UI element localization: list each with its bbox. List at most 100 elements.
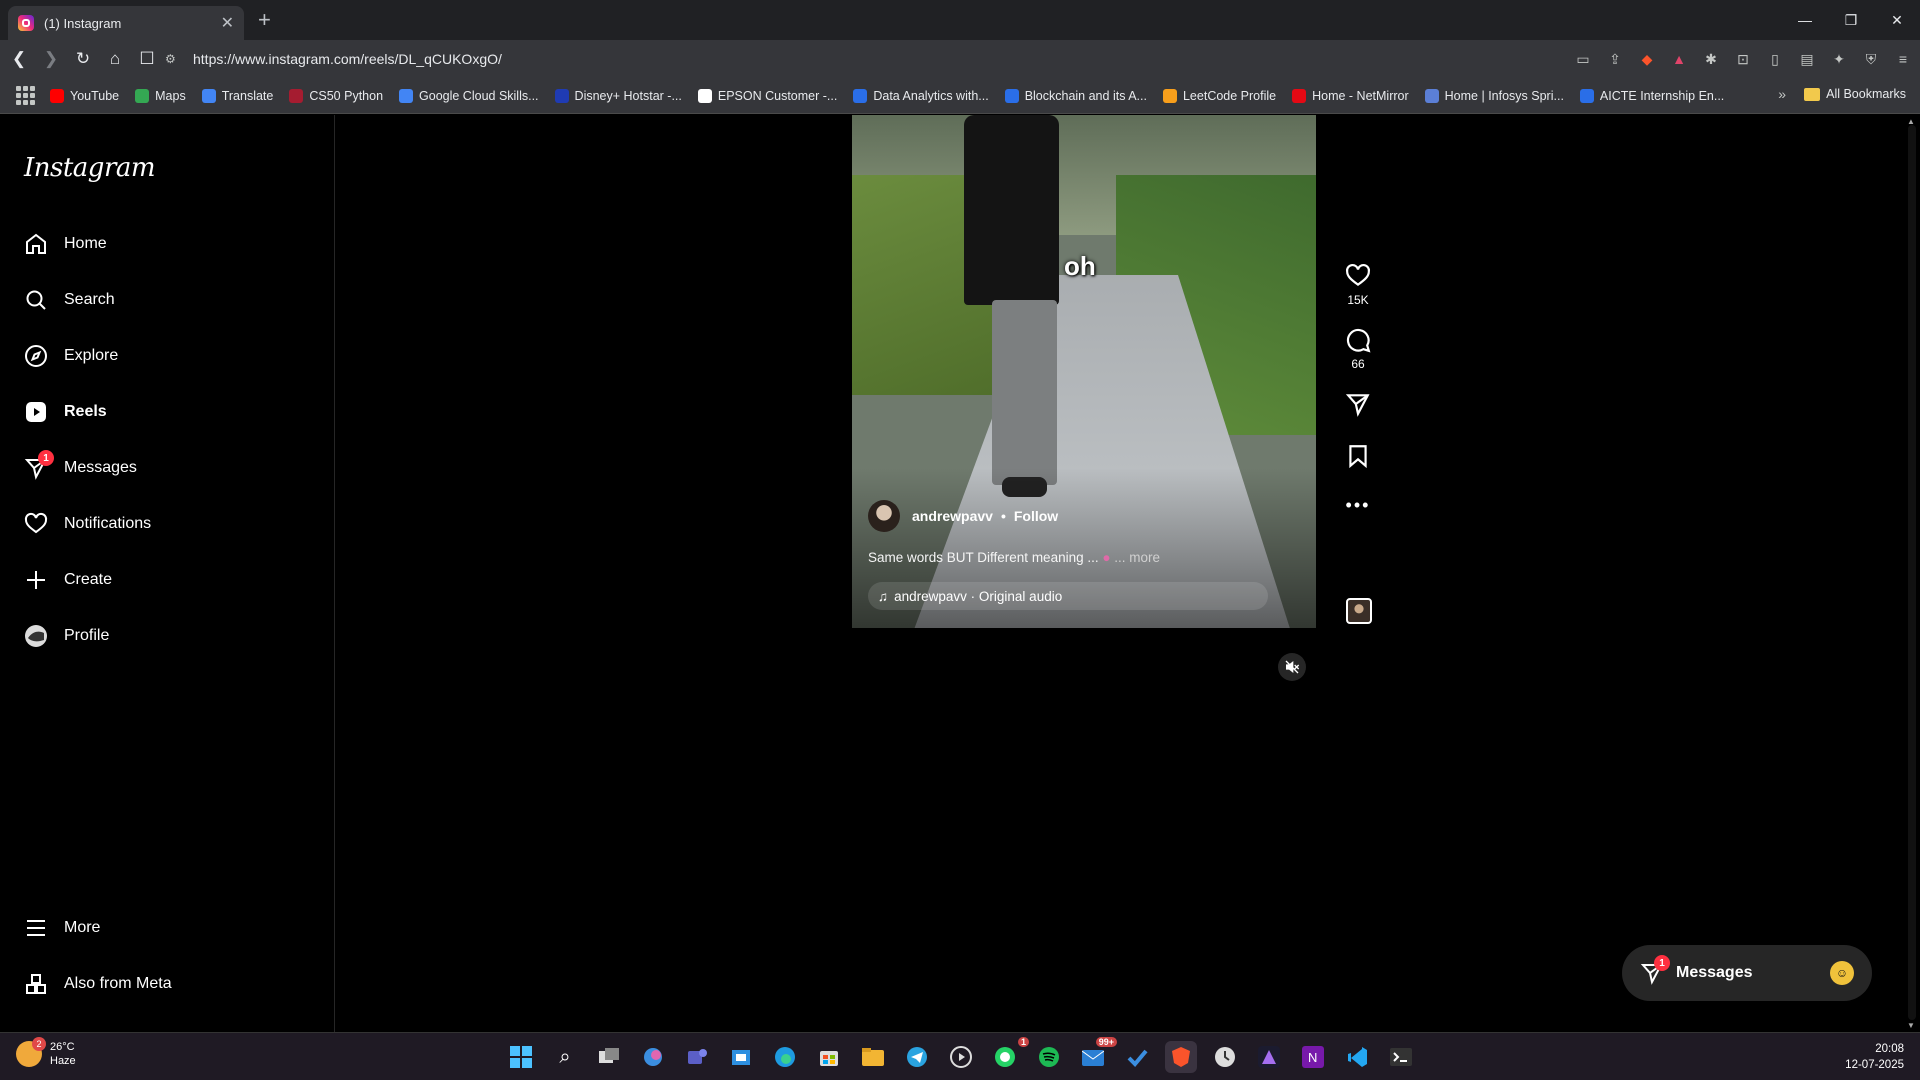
bookmark-favicon-icon <box>554 88 569 103</box>
scroll-down-icon[interactable]: ▼ <box>1907 1021 1915 1030</box>
bookmark-item[interactable]: EPSON Customer -... <box>697 88 837 103</box>
bookmark-item[interactable]: Home | Infosys Spri... <box>1424 88 1564 103</box>
search-icon[interactable]: ⌕ <box>549 1041 581 1073</box>
all-bookmarks-button[interactable]: All Bookmarks <box>1804 87 1906 101</box>
instagram-logo[interactable]: Instagram <box>24 153 156 183</box>
telegram-icon[interactable] <box>901 1041 933 1073</box>
bookmark-item[interactable]: Blockchain and its A... <box>1004 88 1147 103</box>
nav-also-from-meta[interactable]: Also from Meta <box>24 964 172 1004</box>
reload-icon[interactable]: ↻ <box>70 49 96 69</box>
bookmark-item[interactable]: LeetCode Profile <box>1162 88 1276 103</box>
nav-reels[interactable]: Reels <box>24 392 107 432</box>
audio-thumbnail[interactable] <box>1346 598 1372 624</box>
todo-icon[interactable] <box>1121 1041 1153 1073</box>
bookmark-item[interactable]: Maps <box>135 88 186 103</box>
restore-icon[interactable]: ❐ <box>1828 0 1874 40</box>
next-reel-video[interactable] <box>852 645 1316 1032</box>
brave-browser-icon[interactable] <box>1165 1041 1197 1073</box>
follow-button[interactable]: Follow <box>1014 508 1058 524</box>
copilot-icon[interactable] <box>637 1041 669 1073</box>
bookmark-item[interactable]: CS50 Python <box>289 88 384 103</box>
share-icon[interactable]: ⇪ <box>1606 50 1624 68</box>
store-like-icon[interactable] <box>725 1041 757 1073</box>
bookmark-favicon-icon <box>1004 88 1019 103</box>
nav-home[interactable]: Home <box>24 224 107 264</box>
bookmark-item[interactable]: Data Analytics with... <box>853 88 989 103</box>
edge-icon[interactable] <box>769 1041 801 1073</box>
vpn-icon[interactable]: ⛨ <box>1862 50 1880 68</box>
caption-more-link[interactable]: ... more <box>1114 550 1160 565</box>
teams-icon[interactable] <box>681 1041 713 1073</box>
bookmark-item[interactable]: Translate <box>201 88 273 103</box>
tab-close-icon[interactable]: ✕ <box>221 13 234 33</box>
nav-search[interactable]: Search <box>24 280 115 320</box>
cast-icon[interactable]: ▭ <box>1574 50 1592 68</box>
mute-toggle-button[interactable] <box>1278 653 1306 681</box>
brave-shield-icon[interactable]: ◆ <box>1638 50 1656 68</box>
bookmark-item[interactable]: Google Cloud Skills... <box>399 88 539 103</box>
media-player-icon[interactable] <box>945 1041 977 1073</box>
terminal-icon[interactable] <box>1385 1041 1417 1073</box>
home-icon[interactable]: ⌂ <box>102 49 128 69</box>
close-window-icon[interactable]: ✕ <box>1874 0 1920 40</box>
task-view-icon[interactable] <box>593 1041 625 1073</box>
bookmark-favicon-icon <box>1424 88 1439 103</box>
bookmark-item[interactable]: AICTE Internship En... <box>1579 88 1724 103</box>
bookmark-item[interactable]: Disney+ Hotstar -... <box>554 88 682 103</box>
clock-app-icon[interactable] <box>1209 1041 1241 1073</box>
apps-grid-icon[interactable] <box>14 85 36 107</box>
forward-icon[interactable]: ❯ <box>38 49 64 69</box>
new-tab-button[interactable]: + <box>258 7 271 33</box>
nav-notifications[interactable]: Notifications <box>24 504 151 544</box>
nav-create[interactable]: Create <box>24 560 112 600</box>
site-info-icon[interactable]: ⚙ <box>165 52 183 66</box>
comment-count: 66 <box>1351 357 1365 371</box>
screenshot-icon[interactable]: ⊡ <box>1734 50 1752 68</box>
page-scrollbar[interactable]: ▲ ▼ <box>1904 115 1920 1032</box>
save-action[interactable] <box>1336 443 1380 473</box>
bookmark-favicon-icon <box>853 88 868 103</box>
bookmark-label: CS50 Python <box>309 88 384 103</box>
bookmarks-overflow-icon[interactable]: » <box>1778 86 1786 102</box>
spotify-icon[interactable] <box>1033 1041 1065 1073</box>
nav-explore[interactable]: Explore <box>24 336 118 376</box>
author-avatar[interactable] <box>868 500 900 532</box>
bookmark-icon[interactable]: ☐ <box>134 49 160 69</box>
whatsapp-icon[interactable]: 1 <box>989 1037 1029 1073</box>
back-icon[interactable]: ❮ <box>6 49 32 69</box>
system-clock[interactable]: 20:08 12-07-2025 <box>1845 1041 1904 1073</box>
windows-start-icon[interactable] <box>505 1041 537 1073</box>
more-options-icon[interactable]: ••• <box>1336 495 1380 516</box>
nav-messages[interactable]: 1 Messages <box>24 448 137 488</box>
browser-tab-instagram[interactable]: (1) Instagram ✕ <box>8 6 244 40</box>
like-action[interactable]: 15K <box>1336 263 1380 307</box>
menu-icon[interactable]: ≡ <box>1894 50 1912 68</box>
omnibox[interactable]: ⚙ https://www.instagram.com/reels/DL_qCU… <box>165 45 1535 73</box>
microsoft-store-icon[interactable] <box>813 1041 845 1073</box>
mail-icon[interactable]: 99+ <box>1077 1037 1117 1073</box>
vscode-icon[interactable] <box>1341 1041 1373 1073</box>
weather-widget[interactable]: 2 26°C Haze <box>16 1037 76 1068</box>
messages-floating-button[interactable]: 1 Messages ☺ <box>1622 945 1872 1001</box>
leo-ai-icon[interactable]: ✦ <box>1830 50 1848 68</box>
brave-rewards-icon[interactable]: ▲ <box>1670 50 1688 68</box>
sidebar-toggle-icon[interactable]: ▯ <box>1766 50 1784 68</box>
comment-action[interactable]: 66 <box>1336 327 1380 371</box>
bookmark-item[interactable]: Home - NetMirror <box>1292 88 1409 103</box>
scrollbar-thumb[interactable] <box>1908 125 1916 1020</box>
bookmark-item[interactable]: YouTube <box>50 88 119 103</box>
affinity-icon[interactable] <box>1253 1041 1285 1073</box>
share-action[interactable] <box>1336 391 1380 421</box>
extensions-icon[interactable]: ✱ <box>1702 50 1720 68</box>
minimize-icon[interactable]: — <box>1782 0 1828 40</box>
wallet-icon[interactable]: ▤ <box>1798 50 1816 68</box>
author-username[interactable]: andrewpavv <box>912 508 993 524</box>
caption-text: Same words BUT Different meaning ... <box>868 550 1099 565</box>
nav-more[interactable]: More <box>24 908 100 948</box>
nav-profile[interactable]: Profile <box>24 616 109 656</box>
url-text[interactable]: https://www.instagram.com/reels/DL_qCUKO… <box>193 51 502 67</box>
onenote-icon[interactable]: N <box>1297 1041 1329 1073</box>
reel-video[interactable]: oh andrewpavv • Follow Same words BUT Di… <box>852 115 1316 628</box>
reel-audio-link[interactable]: ♫ andrewpavv · Original audio <box>868 582 1268 610</box>
file-explorer-icon[interactable] <box>857 1041 889 1073</box>
